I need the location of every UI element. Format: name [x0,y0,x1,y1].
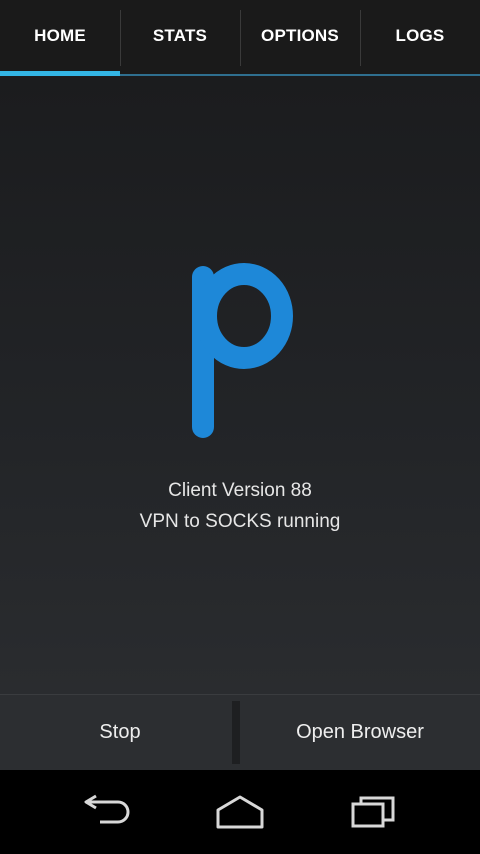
client-version-text: Client Version 88 [168,480,312,501]
tab-logs[interactable]: LOGS [360,0,480,76]
recent-apps-button[interactable] [343,787,403,837]
tab-options-label: OPTIONS [261,26,339,45]
home-panel: Client Version 88 VPN to SOCKS running [0,76,480,694]
tab-logs-label: LOGS [395,26,445,45]
vpn-status-text: VPN to SOCKS running [139,511,341,532]
tab-stats[interactable]: STATS [120,0,240,76]
home-button[interactable] [210,787,270,837]
open-browser-button-label: Open Browser [296,721,424,743]
stop-button[interactable]: Stop [0,695,240,770]
home-icon [216,795,264,829]
tab-bar: HOME STATS OPTIONS LOGS [0,0,480,76]
tab-options[interactable]: OPTIONS [240,0,360,76]
action-bar: Stop Open Browser [0,694,480,770]
stop-button-label: Stop [99,721,141,743]
navigation-bar [0,770,480,854]
tab-home[interactable]: HOME [0,0,120,76]
psiphon-logo-icon [192,263,293,438]
tab-stats-label: STATS [152,26,208,45]
recent-apps-icon [351,796,395,828]
back-arrow-icon [84,794,130,824]
back-button[interactable] [77,787,137,837]
open-browser-button[interactable]: Open Browser [240,695,480,770]
tab-home-label: HOME [34,26,86,45]
